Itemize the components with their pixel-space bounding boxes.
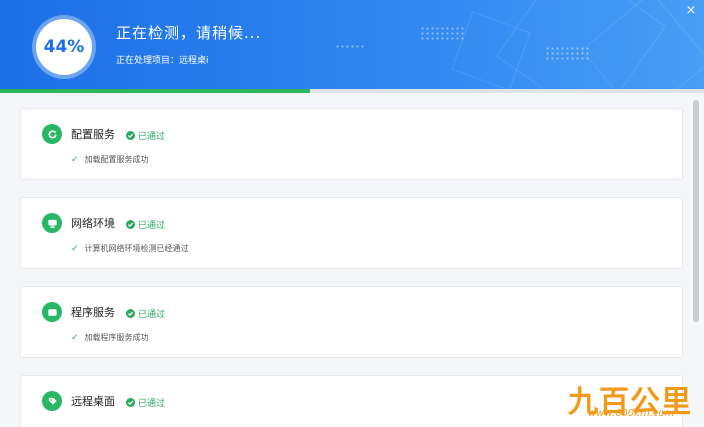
list-item: 程序服务 已通过 ✓ 加载程序服务成功 bbox=[20, 286, 683, 358]
refresh-icon bbox=[42, 124, 62, 144]
status-text: 已通过 bbox=[138, 132, 166, 142]
status-text: 已通过 bbox=[138, 221, 166, 231]
processing-status: 正在处理项目：远程桌i bbox=[116, 56, 209, 66]
check-circle-icon bbox=[126, 131, 135, 140]
close-button[interactable]: × bbox=[684, 4, 698, 18]
checkmark-icon: ✓ bbox=[71, 332, 79, 343]
watermark-url: www.600km.com bbox=[588, 408, 675, 419]
detail-text: 加载配置服务成功 bbox=[84, 155, 149, 164]
header-banner: 44% 正在检测，请稍候... 正在处理项目：远程桌i × bbox=[0, 0, 704, 92]
item-name: 远程桌面 bbox=[71, 395, 115, 408]
decor-dots bbox=[335, 44, 365, 49]
detail-text: 加载程序服务成功 bbox=[84, 333, 149, 342]
item-detail: ✓ 加载程序服务成功 bbox=[71, 332, 149, 343]
item-name: 程序服务 bbox=[71, 306, 115, 319]
decor-dots bbox=[420, 26, 466, 40]
item-detail: ✓ 加载配置服务成功 bbox=[71, 154, 149, 165]
status-badge: 已通过 bbox=[126, 129, 165, 142]
window-icon bbox=[42, 302, 62, 322]
status-badge: 已通过 bbox=[126, 307, 165, 320]
progress-percent: 44% bbox=[36, 19, 92, 75]
item-detail: ✓ 计算机网络环境检测已经通过 bbox=[71, 243, 189, 254]
status-badge: 已通过 bbox=[126, 218, 165, 231]
check-circle-icon bbox=[126, 220, 135, 229]
check-circle-icon bbox=[126, 398, 135, 407]
check-circle-icon bbox=[126, 309, 135, 318]
tag-icon bbox=[42, 391, 62, 411]
item-name: 网络环境 bbox=[71, 217, 115, 230]
status-badge: 已通过 bbox=[126, 396, 165, 409]
close-icon: × bbox=[685, 3, 697, 18]
list-item: 配置服务 已通过 ✓ 加载配置服务成功 bbox=[20, 108, 683, 180]
item-name: 配置服务 bbox=[71, 128, 115, 141]
status-text: 已通过 bbox=[138, 310, 166, 320]
checkmark-icon: ✓ bbox=[71, 154, 79, 165]
page-title: 正在检测，请稍候... bbox=[116, 24, 262, 42]
checkmark-icon: ✓ bbox=[71, 243, 79, 254]
watermark: 九百公里 www.600km.com bbox=[568, 377, 698, 421]
detail-text: 计算机网络环境检测已经通过 bbox=[84, 244, 189, 253]
monitor-icon bbox=[42, 213, 62, 233]
status-text: 已通过 bbox=[138, 399, 166, 409]
scrollbar[interactable] bbox=[693, 100, 699, 322]
decor-dots bbox=[545, 46, 591, 60]
list-item: 网络环境 已通过 ✓ 计算机网络环境检测已经通过 bbox=[20, 197, 683, 269]
